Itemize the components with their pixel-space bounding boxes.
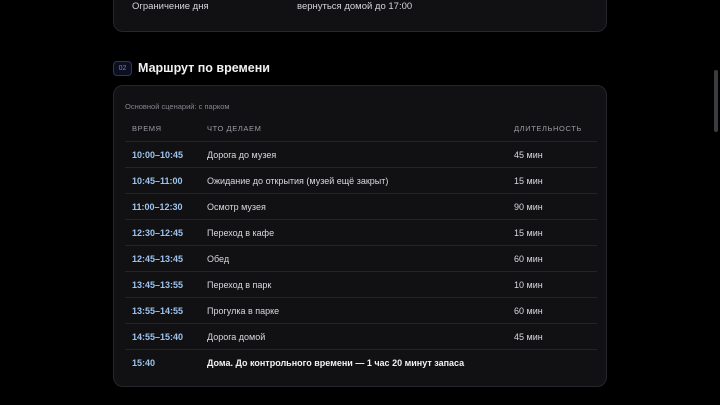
row-activity: Переход в парк: [207, 280, 272, 290]
row-duration: 60 мин: [514, 306, 543, 316]
table-row: 12:30–12:45 Переход в кафе 15 мин: [125, 219, 597, 245]
header-duration: ДЛИТЕЛЬНОСТЬ: [514, 124, 582, 133]
table-row: 14:55–15:40 Дорога домой 45 мин: [125, 323, 597, 349]
scrollbar-thumb[interactable]: [714, 70, 718, 132]
table-body: 10:00–10:45 Дорога до музея 45 мин 10:45…: [125, 141, 597, 375]
header-time: ВРЕМЯ: [132, 124, 162, 133]
row-time: 13:45–13:55: [132, 280, 184, 290]
row-duration: 15 мин: [514, 228, 543, 238]
section-number-badge: 02: [113, 61, 132, 76]
table-row-final: 15:40 Дома. До контрольного времени — 1 …: [125, 349, 597, 375]
row-activity: Дорога домой: [207, 332, 266, 342]
table-row: 10:45–11:00 Ожидание до открытия (музей …: [125, 167, 597, 193]
final-activity: Дома. До контрольного времени — 1 час 20…: [207, 358, 465, 368]
constraints-card: Ограничение дня вернуться домой до 17:00: [113, 0, 607, 32]
row-activity: Прогулка в парке: [207, 306, 280, 316]
section-title: Маршрут по времени: [138, 61, 270, 75]
row-duration: 45 мин: [514, 150, 543, 160]
row-activity: Обед: [207, 254, 230, 264]
row-time: 10:00–10:45: [132, 150, 184, 160]
table-header: ВРЕМЯ ЧТО ДЕЛАЕМ ДЛИТЕЛЬНОСТЬ: [132, 124, 596, 136]
schedule-card: Основной сценарий: с парком ВРЕМЯ ЧТО ДЕ…: [113, 85, 607, 387]
row-duration: 10 мин: [514, 280, 543, 290]
row-duration: 90 мин: [514, 202, 543, 212]
table-row: 12:45–13:45 Обед 60 мин: [125, 245, 597, 271]
table-row: 11:00–12:30 Осмотр музея 90 мин: [125, 193, 597, 219]
section-heading: 02 Маршрут по времени: [113, 59, 513, 79]
row-time: 14:55–15:40: [132, 332, 184, 342]
constraint-row: Ограничение дня вернуться домой до 17:00: [132, 1, 592, 15]
page: Ограничение дня вернуться домой до 17:00…: [0, 0, 720, 405]
row-duration: 45 мин: [514, 332, 543, 342]
row-activity: Переход в кафе: [207, 228, 275, 238]
schedule-subtitle: Основной сценарий: с парком: [125, 102, 230, 111]
header-activity: ЧТО ДЕЛАЕМ: [207, 124, 262, 133]
table-row: 13:45–13:55 Переход в парк 10 мин: [125, 271, 597, 297]
row-time: 12:30–12:45: [132, 228, 184, 238]
table-row: 10:00–10:45 Дорога до музея 45 мин: [125, 141, 597, 167]
row-activity: Ожидание до открытия (музей ещё закрыт): [207, 176, 389, 186]
row-duration: 15 мин: [514, 176, 543, 186]
constraint-label: Ограничение дня: [132, 1, 209, 12]
row-activity: Осмотр музея: [207, 202, 266, 212]
constraint-value: вернуться домой до 17:00: [297, 1, 413, 12]
final-time: 15:40: [132, 358, 156, 368]
row-activity: Дорога до музея: [207, 150, 277, 160]
row-duration: 60 мин: [514, 254, 543, 264]
row-time: 11:00–12:30: [132, 202, 183, 212]
table-row: 13:55–14:55 Прогулка в парке 60 мин: [125, 297, 597, 323]
row-time: 10:45–11:00: [132, 176, 183, 186]
row-time: 12:45–13:45: [132, 254, 184, 264]
row-time: 13:55–14:55: [132, 306, 184, 316]
